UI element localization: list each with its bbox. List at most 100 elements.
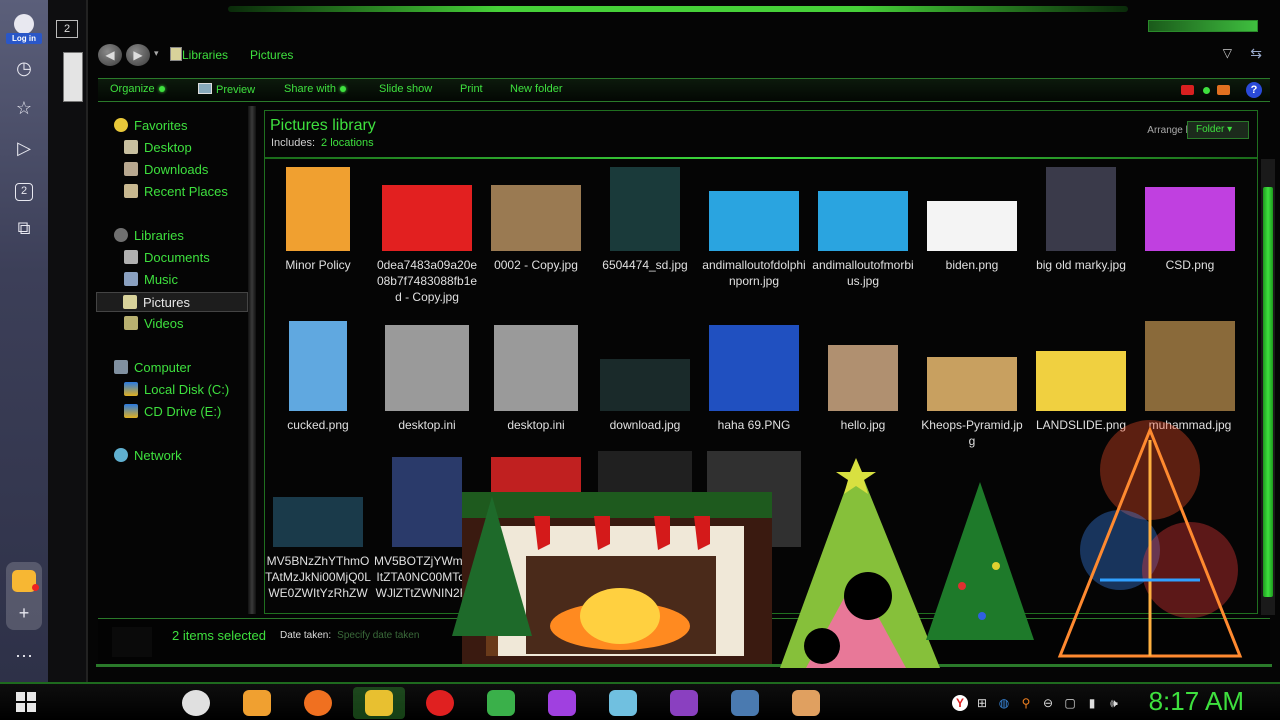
taskbar-firefox-button[interactable] (292, 687, 344, 719)
file-item[interactable]: download.jpg (592, 321, 698, 433)
taskbar-colors-button[interactable] (231, 687, 283, 719)
file-item[interactable]: MV5BNzZhYThmOTAtMzJkNi00MjQ0LWE0ZWItYzRh… (265, 457, 371, 601)
breadcrumb-pictures[interactable]: Pictures (250, 48, 293, 62)
taskbar-yandex-button[interactable] (414, 687, 466, 719)
taskbar-explorer-button[interactable] (353, 687, 405, 719)
nav-pictures[interactable]: Pictures (96, 292, 248, 312)
window-tray-icon[interactable]: ▢ (1062, 695, 1078, 711)
mail-icon[interactable] (12, 570, 39, 592)
taskbar-yahoo-button[interactable] (658, 687, 710, 719)
file-item[interactable]: 0002 - Copy.jpg (483, 161, 589, 273)
share-with-button[interactable]: Share with (284, 83, 346, 95)
nav-libraries[interactable]: Libraries (114, 226, 266, 246)
date-taken-input[interactable]: Specify date taken (337, 630, 419, 641)
file-item[interactable]: 0dea7483a09a20e08b7f7483088fb1ed - Copy.… (374, 161, 480, 305)
nav-network[interactable]: Network (114, 446, 266, 466)
network-tray-icon[interactable]: ⊞ (974, 695, 990, 711)
drive-icon (124, 382, 138, 396)
file-item[interactable]: desktop.ini (374, 321, 480, 433)
chrome-icon (182, 690, 210, 716)
scrollbar-thumb[interactable] (1263, 187, 1273, 597)
taskbar-gem-button[interactable] (536, 687, 588, 719)
search-tray-icon[interactable]: ⚲ (1018, 695, 1034, 711)
back-button[interactable]: ◀ (98, 44, 122, 66)
yandex-tray-icon[interactable]: Y (952, 695, 968, 711)
file-item[interactable]: CSD.png (1137, 161, 1243, 273)
counter-badge-icon[interactable]: 2 (12, 176, 36, 201)
organize-label: Organize (110, 83, 155, 95)
more-icon[interactable]: ⋯ (12, 644, 36, 668)
includes-label: Includes: (271, 137, 316, 149)
nav-favorites[interactable]: Favorites (114, 116, 266, 136)
breadcrumb-libraries[interactable]: Libraries (182, 48, 228, 62)
header-divider (265, 157, 1257, 159)
status-bar: 2 items selected Date taken: Specify date… (98, 618, 1270, 664)
preview-pane-icon[interactable] (1217, 85, 1230, 95)
file-item[interactable]: LANDSLIDE.png (1028, 321, 1134, 433)
help-icon[interactable]: ? (1246, 82, 1262, 98)
nav-computer[interactable]: Computer (114, 358, 266, 378)
file-item[interactable]: cucked.png (265, 321, 371, 433)
forward-button[interactable]: ▶ (126, 44, 150, 66)
taskbar-chrome-button[interactable] (170, 687, 222, 719)
minus-tray-icon[interactable]: ⊖ (1040, 695, 1056, 711)
taskbar-app-green-button[interactable] (475, 687, 527, 719)
print-button[interactable]: Print (460, 83, 483, 95)
history-dropdown-icon[interactable]: ▾ (154, 48, 159, 59)
taskbar-cards-button[interactable] (597, 687, 649, 719)
file-item[interactable]: biden.png (919, 161, 1025, 273)
refresh-icon[interactable]: ⇆ (1250, 45, 1262, 62)
taskbar-photos-button[interactable] (719, 687, 771, 719)
explorer-icon (365, 690, 393, 716)
screenshot-icon[interactable]: ⧉ (12, 216, 36, 240)
new-folder-button[interactable]: New folder (510, 83, 563, 95)
start-button[interactable] (16, 692, 36, 712)
file-item[interactable]: hello.jpg (810, 321, 916, 433)
file-name: 6504474_sd.jpg (602, 258, 688, 272)
user-avatar-icon[interactable] (14, 14, 34, 34)
file-item[interactable]: big old marky.jpg (1028, 161, 1134, 273)
preview-button[interactable]: Preview (198, 83, 255, 96)
history-icon[interactable]: ◷ (12, 56, 36, 80)
file-item[interactable]: Minor Policy (265, 161, 371, 273)
file-name: Minor Policy (285, 258, 351, 272)
taskbar-media-button[interactable] (780, 687, 832, 719)
arrange-by-dropdown[interactable]: Folder ▾ (1187, 121, 1249, 139)
slide-show-button[interactable]: Slide show (379, 83, 432, 95)
organize-button[interactable]: Organize (110, 83, 165, 95)
pane-splitter[interactable] (248, 106, 256, 614)
file-name: big old marky.jpg (1036, 258, 1126, 272)
add-icon[interactable]: + (12, 601, 36, 625)
window-controls[interactable] (1148, 20, 1258, 32)
file-item[interactable]: haha 69.PNG (701, 321, 807, 433)
clock[interactable]: 8:17 AM (1149, 686, 1244, 717)
file-item[interactable]: desktop.ini (483, 321, 589, 433)
view-dropdown-dot-icon[interactable] (1203, 87, 1210, 94)
login-label[interactable]: Log in (6, 33, 42, 44)
address-dropdown-icon[interactable]: ▽ (1223, 46, 1232, 60)
view-options-icon[interactable] (1181, 85, 1194, 95)
desktop-badge-icon[interactable]: 2 (56, 20, 78, 38)
file-item[interactable]: MV5BOTZjYWmMTItZTA0NC00MTc4LWJlZTtZWNIN2… (374, 457, 480, 601)
volume-icon[interactable]: 🕪 (1106, 695, 1122, 711)
includes-link[interactable]: 2 locations (321, 137, 374, 149)
file-name: hello.jpg (840, 418, 886, 432)
favorites-star-icon[interactable]: ☆ (12, 96, 36, 120)
vertical-scrollbar[interactable] (1261, 159, 1275, 615)
file-thumbnail (828, 345, 898, 411)
file-item[interactable]: Sh (592, 451, 698, 569)
file-name: andimalloutofdolphinporn.jpg (702, 258, 806, 288)
play-icon[interactable]: ▷ (12, 136, 36, 160)
file-item[interactable]: s.jpg (483, 457, 589, 569)
file-item[interactable]: muhammad.jpg (1137, 321, 1243, 433)
file-item[interactable]: andimalloutofdolphinporn.jpg (701, 161, 807, 289)
file-thumbnail (1036, 351, 1126, 411)
cards-icon (609, 690, 637, 716)
file-item[interactable]: Kheops-Pyramid.jpg (919, 321, 1025, 449)
file-item[interactable]: andimalloutofmorbius.jpg (810, 161, 916, 289)
videos-icon (124, 316, 138, 330)
file-item[interactable]: 6504474_sd.jpg (592, 161, 698, 273)
file-item[interactable]: stam (701, 451, 807, 569)
battery-tray-icon[interactable]: ▮ (1084, 695, 1100, 711)
globe-tray-icon[interactable]: ◍ (996, 695, 1012, 711)
